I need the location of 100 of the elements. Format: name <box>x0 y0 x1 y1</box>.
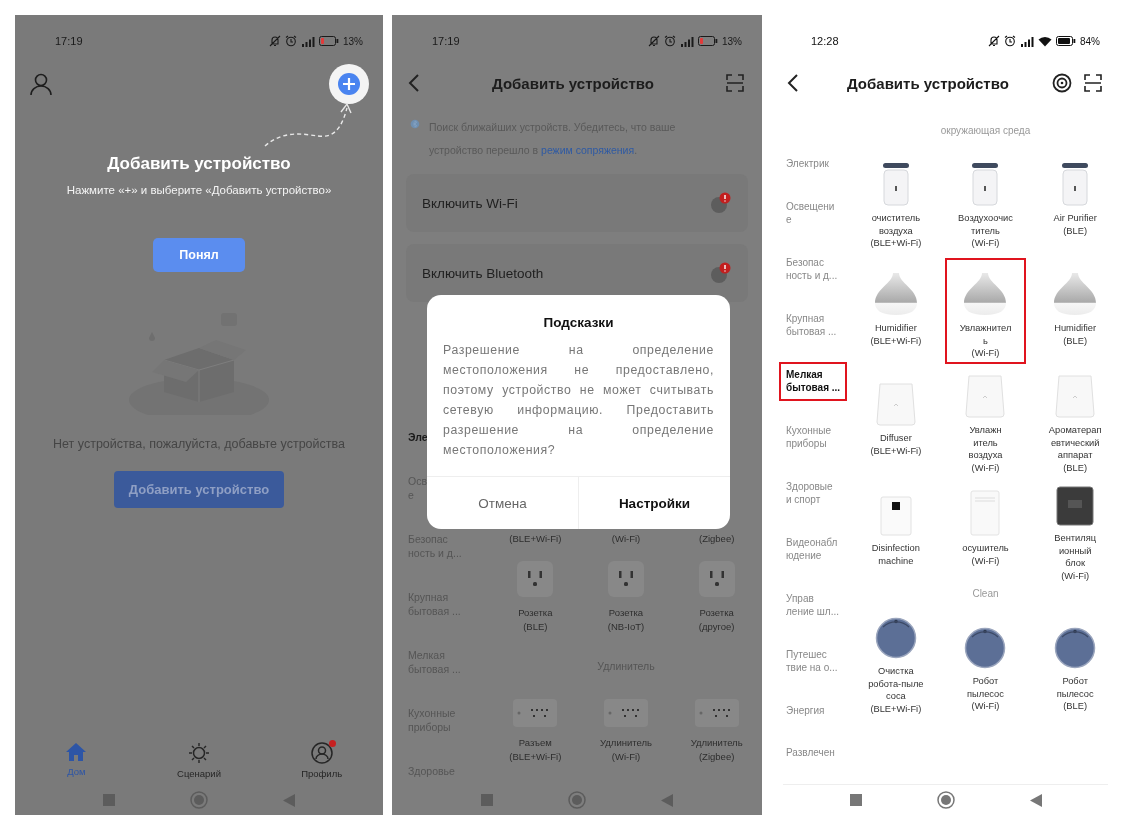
device-tile[interactable]: Робот пылесос (Wi-Fi) <box>944 611 1027 717</box>
tab[interactable]: Сценарий <box>159 742 239 779</box>
profile-icon <box>310 742 333 764</box>
device-tile[interactable]: Удлинитель (Wi-Fi) <box>580 698 672 764</box>
device-tile[interactable]: Увлажн итель воздуха (Wi-Fi) <box>944 368 1027 474</box>
add-device-button[interactable]: Добавить устройство <box>114 471 284 508</box>
device-label: Увлажн итель воздуха (Wi-Fi) <box>968 424 1003 474</box>
device-label: Увлажнител ь (Wi-Fi) <box>959 322 1012 360</box>
bell-off-icon <box>988 35 1000 47</box>
dialog-button[interactable]: Настройки <box>578 477 730 529</box>
robot-vacuum-icon <box>874 617 917 659</box>
device-tile[interactable]: Робот пылесос (BLE) <box>1034 611 1116 717</box>
air-purifier-icon <box>880 162 911 206</box>
screen-title: Добавить устройство <box>492 74 654 92</box>
diffuser-icon <box>965 374 1006 418</box>
appliance-icon <box>879 496 912 536</box>
device-tile[interactable]: осушитель (Wi-Fi) <box>944 478 1027 584</box>
air-purifier-icon <box>1060 162 1091 206</box>
alarm-icon <box>285 35 297 47</box>
home-icon <box>65 742 88 762</box>
diffuser-icon <box>1055 374 1096 418</box>
dialog-message: Разрешение на определение местоположения не предоставлено, поэтому устройство не может считывать сетевую информацию. Предоставить разрешение на определение местоположения? <box>443 342 714 459</box>
device-tile[interactable]: Ароматерап евтический аппарат (BLE) <box>1034 368 1116 474</box>
got-it-button[interactable]: Понял <box>153 238 245 272</box>
device-label: (BLE+Wi-Fi) <box>509 532 562 546</box>
device-label: Разъем (BLE+Wi-Fi) <box>509 736 562 764</box>
enable-option-button[interactable]: Включить Bluetooth <box>406 244 748 302</box>
device-label: очиститель воздуха (BLE+Wi-Fi) <box>870 212 922 250</box>
device-label: Удлинитель (Wi-Fi) <box>600 736 652 764</box>
humidifier-icon <box>873 272 918 316</box>
dialog-button[interactable]: Отмена <box>427 477 578 529</box>
category-item[interactable]: Здоровые и спорт <box>779 473 840 513</box>
category-item[interactable]: Крупная бытовая ... <box>779 305 844 345</box>
dialog-title: Подсказки <box>542 314 615 330</box>
category-item[interactable]: Электрик <box>779 151 836 177</box>
enable-option-button[interactable]: Включить Wi-Fi <box>406 174 748 232</box>
back-triangle-icon[interactable] <box>1029 793 1042 807</box>
power-strip-icon <box>693 698 740 728</box>
category-item[interactable]: Эле <box>408 430 428 444</box>
category-item[interactable]: Видеонабл юдение <box>779 529 845 569</box>
device-tile[interactable]: Розетка (BLE) <box>490 560 581 634</box>
device-tile[interactable]: (Wi-Fi) <box>580 532 672 546</box>
category-item[interactable]: Развлечен <box>779 740 842 766</box>
status-time: 17:19 <box>55 35 83 47</box>
sun-icon <box>188 742 210 764</box>
alarm-icon <box>664 35 676 47</box>
device-label: Очистка робота-пыле соса (BLE+Wi-Fi) <box>868 665 924 715</box>
device-tile[interactable]: (BLE+Wi-Fi) <box>490 532 581 546</box>
device-tile[interactable]: Humidifier (BLE) <box>1034 258 1116 364</box>
category-item[interactable]: Управ ление шл... <box>779 585 847 625</box>
category-item[interactable]: Освещени е <box>779 193 842 233</box>
battery-percent: 84% <box>1080 35 1100 47</box>
category-item[interactable]: Мелкая бытовая ... <box>779 361 848 401</box>
home-button-icon[interactable] <box>936 791 955 809</box>
category-item[interactable]: Безопас ность и д... <box>779 249 845 289</box>
device-label: Воздухоочис титель (Wi-Fi) <box>958 212 1013 250</box>
humidifier-icon <box>1053 272 1098 316</box>
target-icon[interactable] <box>1052 73 1072 93</box>
device-tile[interactable]: Humidifier (BLE+Wi-Fi) <box>855 258 937 364</box>
device-label: Розетка (BLE) <box>518 606 553 634</box>
device-tile[interactable]: (Zigbee) <box>671 532 762 546</box>
device-tile[interactable]: Воздухоочис титель (Wi-Fi) <box>944 148 1027 254</box>
device-tile[interactable]: Disinfection machine <box>855 478 937 584</box>
battery-percent: 13% <box>722 35 742 47</box>
device-tile[interactable]: Увлажнител ь (Wi-Fi) <box>944 258 1027 364</box>
humidifier-icon <box>963 272 1008 316</box>
power-strip-icon <box>512 698 559 728</box>
status-time: 12:28 <box>811 35 839 47</box>
device-label: Робот пылесос (Wi-Fi) <box>967 675 1004 713</box>
category-item[interactable]: Кухонные приборы <box>779 417 839 457</box>
back-icon[interactable] <box>787 74 799 92</box>
section-title: Clean <box>971 588 1000 599</box>
device-tile[interactable]: очиститель воздуха (BLE+Wi-Fi) <box>855 148 937 254</box>
device-tile[interactable]: Air Purifier (BLE) <box>1034 148 1116 254</box>
category-item[interactable]: Энергия <box>779 697 832 723</box>
device-label: Disinfection machine <box>871 542 920 567</box>
device-label: Вентиляц ионный блок (Wi-Fi) <box>1054 532 1097 582</box>
device-tile[interactable]: Diffuser (BLE+Wi-Fi) <box>855 368 937 474</box>
power-socket-icon <box>516 560 555 598</box>
tab[interactable]: Профиль <box>281 742 362 779</box>
device-label: Humidifier (BLE+Wi-Fi) <box>870 322 922 347</box>
device-tile[interactable]: Разъем (BLE+Wi-Fi) <box>490 698 581 764</box>
screen-title: Добавить устройство <box>847 74 1009 92</box>
diffuser-icon <box>875 382 916 426</box>
device-label: Ароматерап евтический аппарат (BLE) <box>1048 424 1102 474</box>
robot-vacuum-icon <box>964 627 1007 669</box>
device-tile[interactable]: Очистка робота-пыле соса (BLE+Wi-Fi) <box>855 611 937 717</box>
device-label: Розетка (NB-IoT) <box>607 606 645 634</box>
recent-apps-icon[interactable] <box>849 794 862 806</box>
device-label: Diffuser (BLE+Wi-Fi) <box>870 432 922 457</box>
device-tile[interactable]: Розетка (другое) <box>671 560 762 634</box>
power-strip-icon <box>603 698 649 728</box>
device-tile[interactable]: Удлинитель (Zigbee) <box>671 698 762 764</box>
category-item[interactable]: Путешес твие на о... <box>779 641 845 681</box>
device-label: (Wi-Fi) <box>611 532 641 546</box>
scan-icon[interactable] <box>1084 74 1102 92</box>
device-tile[interactable]: Вентиляц ионный блок (Wi-Fi) <box>1034 478 1116 584</box>
device-tile[interactable]: Розетка (NB-IoT) <box>580 560 672 634</box>
add-button[interactable] <box>329 64 369 104</box>
profile-icon[interactable] <box>29 72 53 96</box>
